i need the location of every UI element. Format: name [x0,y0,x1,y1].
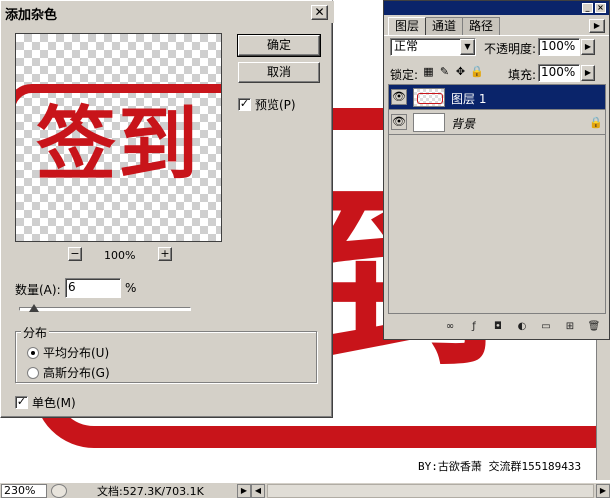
status-menu-arrow-icon[interactable]: ▶ [237,483,251,498]
vertical-scrollbar[interactable] [596,340,610,480]
delete-layer-trash-icon[interactable]: 🗑 [587,321,601,334]
opacity-input[interactable]: 100% [538,38,580,56]
uniform-radio[interactable]: 平均分布(U) [27,344,109,361]
opacity-slider-arrow-icon[interactable]: ▶ [581,39,595,55]
amount-unit: % [125,281,137,295]
layers-list: 👁 图层 1 👁 背景 🔒 [388,84,606,314]
tab-divider [384,35,609,36]
layer-row[interactable]: 👁 图层 1 [389,85,605,110]
checkmark-icon: ✓ [238,97,251,111]
preview-checkbox-label: 预览(P) [255,98,296,112]
checkmark-icon: ✓ [15,395,28,409]
amount-slider-track[interactable] [19,307,191,311]
zoom-in-button[interactable]: + [158,247,172,261]
add-mask-icon[interactable]: ◘ [491,321,505,334]
monochrome-checkbox[interactable]: ✓ 单色(M) [15,394,76,411]
new-layer-icon[interactable]: ⊞ [563,321,577,334]
layer-row[interactable]: 👁 背景 🔒 [389,110,605,135]
tab-channels[interactable]: 通道 [425,17,464,35]
palette-tabs: 图层 通道 路径 [388,17,501,35]
amount-slider-thumb[interactable] [29,304,39,312]
chevron-down-icon[interactable]: ▼ [460,39,475,55]
layer-thumbnail [413,113,445,132]
distribution-group-title: 分布 [21,324,50,341]
dialog-titlebar[interactable]: 添加杂色 ✕ [1,1,334,23]
opacity-label: 不透明度: [484,42,537,56]
adjustment-layer-icon[interactable]: ◐ [515,321,529,334]
filter-preview[interactable]: 签到 [15,33,222,242]
horizontal-scrollbar[interactable] [267,483,594,498]
tab-paths[interactable]: 路径 [462,17,501,35]
eye-icon[interactable]: 👁 [391,89,407,105]
eye-icon[interactable]: 👁 [391,114,407,130]
scroll-right-icon[interactable]: ▶ [596,483,610,498]
blend-mode-select[interactable]: 正常 ▼ [390,38,476,56]
cancel-button[interactable]: 取消 [238,62,320,83]
gaussian-radio-label: 高斯分布(G) [43,366,110,380]
add-noise-dialog: 添加杂色 ✕ 签到 − 100% + 确定 取消 ✓ 预览(P) 数量(A): … [0,0,334,418]
layer-thumbnail [413,88,445,107]
fill-slider-arrow-icon[interactable]: ▶ [581,65,595,81]
lock-position-move-icon[interactable]: ✥ [454,65,467,79]
ok-button[interactable]: 确定 [237,34,321,57]
fill-label: 填充: [508,68,537,82]
tab-layers[interactable]: 图层 [388,17,427,35]
scroll-left-icon[interactable]: ◀ [251,483,265,498]
uniform-radio-label: 平均分布(U) [43,346,110,360]
zoom-level-field[interactable]: 230% [1,483,47,498]
amount-input[interactable]: 6 [65,278,121,298]
dialog-title: 添加杂色 [5,8,58,23]
layer-name: 图层 1 [451,92,487,106]
close-icon[interactable]: ✕ [311,5,328,20]
monochrome-checkbox-label: 单色(M) [32,396,76,410]
layer-name: 背景 [451,117,476,131]
blend-mode-value: 正常 [394,39,419,53]
close-icon[interactable]: × [595,3,606,13]
lock-transparency-icon[interactable]: ▦ [422,65,435,79]
author-credit: BY:古欲香萧 交流群155189433 [418,458,582,474]
status-icon[interactable] [51,483,67,498]
palette-footer: ∞ ƒ ◘ ◐ ▭ ⊞ 🗑 [384,317,609,337]
palette-menu-icon[interactable]: ▶ [589,19,605,33]
layers-palette: _ × 图层 通道 路径 ▶ 正常 ▼ 不透明度: 100% ▶ 锁定: ▦ ✎… [383,0,610,340]
new-group-folder-icon[interactable]: ▭ [539,321,553,334]
lock-image-brush-icon[interactable]: ✎ [438,65,451,79]
preview-stamp-text: 签到 [36,97,200,191]
lock-all-icon[interactable]: 🔒 [470,65,484,79]
link-layers-icon[interactable]: ∞ [443,321,457,334]
preview-checkbox[interactable]: ✓ 预览(P) [238,96,296,113]
palette-titlebar[interactable]: _ × [384,1,609,15]
minimize-icon[interactable]: _ [582,3,593,13]
lock-icon: 🔒 [589,116,603,129]
zoom-out-button[interactable]: − [68,247,82,261]
amount-label: 数量(A): [15,283,61,297]
lock-label: 锁定: [390,68,419,82]
gaussian-radio[interactable]: 高斯分布(G) [27,364,110,381]
layer-style-icon[interactable]: ƒ [467,321,481,334]
status-bar: 230% 文档:527.3K/703.1K ▶ ◀ ▶ [0,482,610,498]
preview-zoom-value: 100% [104,249,136,262]
fill-input[interactable]: 100% [538,64,580,82]
document-size-info: 文档:527.3K/703.1K [97,484,204,498]
radio-unselected-icon [27,366,39,379]
radio-selected-icon [27,346,39,359]
